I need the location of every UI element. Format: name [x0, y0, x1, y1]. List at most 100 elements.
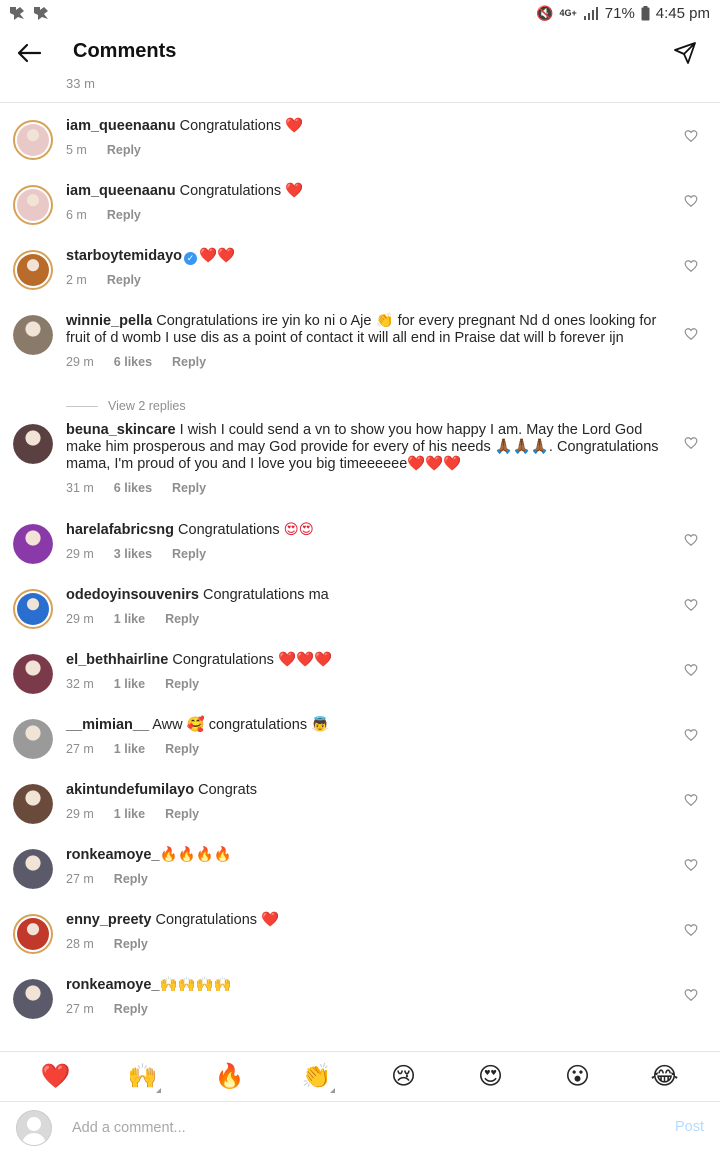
comment-meta: 5 m Reply: [66, 143, 161, 157]
avatar[interactable]: [13, 424, 53, 464]
like-heart-icon[interactable]: [684, 988, 698, 1002]
like-heart-icon[interactable]: [684, 598, 698, 612]
emoji-quick-bar: ❤️ 🙌 🔥 👏 😢 😍 😮 😂: [0, 1051, 720, 1101]
comment-username[interactable]: iam_queenaanu: [66, 183, 176, 199]
comment-item: harelafabricsng Congratulations 😍😍 29 m 3 …: [0, 522, 720, 581]
reply-button[interactable]: Reply: [107, 143, 141, 157]
comment-likes[interactable]: 1 like: [114, 677, 145, 691]
reply-button[interactable]: Reply: [114, 872, 148, 886]
emoji-option[interactable]: 😮: [558, 1057, 598, 1097]
comment-username[interactable]: beuna_skincare: [66, 422, 176, 438]
avatar[interactable]: [13, 120, 53, 160]
avatar[interactable]: [13, 654, 53, 694]
reply-button[interactable]: Reply: [165, 807, 199, 821]
like-heart-icon[interactable]: [684, 663, 698, 677]
like-heart-icon[interactable]: [684, 327, 698, 341]
reply-button[interactable]: Reply: [165, 677, 199, 691]
like-heart-icon[interactable]: [684, 129, 698, 143]
emoji-glyph: 😢: [390, 1063, 417, 1090]
emoji-option[interactable]: 🙌: [123, 1057, 163, 1097]
comment-likes[interactable]: 1 like: [114, 807, 145, 821]
comment-emoji: 😍😍: [279, 522, 314, 538]
add-comment-bar: Post: [0, 1101, 720, 1152]
avatar: [16, 1110, 52, 1146]
comment-likes[interactable]: 6 likes: [114, 355, 152, 369]
avatar[interactable]: [13, 250, 53, 290]
like-heart-icon[interactable]: [684, 194, 698, 208]
like-heart-icon[interactable]: [684, 858, 698, 872]
emoji-option[interactable]: 😢: [384, 1057, 424, 1097]
comment-item: ronkeamoye_🙌🙌🙌🙌 27 m Reply: [0, 977, 720, 1036]
like-heart-icon[interactable]: [684, 923, 698, 937]
emoji-option[interactable]: ❤️: [36, 1057, 76, 1097]
comment-username[interactable]: odedoyinsouvenirs: [66, 587, 199, 603]
comment-username[interactable]: akintundefumilayo: [66, 782, 194, 798]
comment-time: 27 m: [66, 742, 94, 756]
like-heart-icon[interactable]: [684, 259, 698, 273]
emoji-option[interactable]: 🔥: [210, 1057, 250, 1097]
reply-button[interactable]: Reply: [114, 937, 148, 951]
like-heart-icon[interactable]: [684, 436, 698, 450]
like-heart-icon[interactable]: [684, 728, 698, 742]
reply-button[interactable]: Reply: [165, 612, 199, 626]
like-heart-icon[interactable]: [684, 533, 698, 547]
page-title: Comments: [73, 40, 177, 62]
comment-likes[interactable]: 1 like: [114, 612, 145, 626]
avatar-image: [17, 254, 49, 286]
reply-button[interactable]: Reply: [172, 355, 206, 369]
avatar-image: [13, 979, 53, 1019]
emoji-option[interactable]: 👏: [297, 1057, 337, 1097]
avatar[interactable]: [13, 719, 53, 759]
comment-item: __mimian__ Aww 🥰 congratulations 👼 27 m 1 …: [0, 717, 720, 776]
emoji-glyph: ❤️: [40, 1063, 71, 1090]
reply-button[interactable]: Reply: [165, 742, 199, 756]
comment-text: iam_queenaanu Congratulations ❤️: [66, 183, 672, 200]
reply-button[interactable]: Reply: [172, 547, 206, 561]
comment-username[interactable]: harelafabricsng: [66, 522, 174, 538]
comment-likes[interactable]: 6 likes: [114, 481, 152, 495]
comment-emoji: 🙌🙌🙌🙌: [159, 977, 232, 993]
back-button[interactable]: [14, 38, 44, 68]
comment-likes[interactable]: 3 likes: [114, 547, 152, 561]
verified-badge-icon: ✓: [184, 252, 198, 265]
reply-button[interactable]: Reply: [107, 273, 141, 287]
avatar[interactable]: [13, 315, 53, 355]
comment-username[interactable]: iam_queenaanu: [66, 118, 176, 134]
avatar[interactable]: [13, 524, 53, 564]
signal-icon: [583, 7, 598, 20]
comment-username[interactable]: enny_preety: [66, 912, 151, 928]
comment-time: 5 m: [66, 143, 87, 157]
avatar[interactable]: [13, 849, 53, 889]
comment-item: starboytemidayo ✓ ❤️❤️ 2 m Reply: [0, 248, 720, 307]
comment-meta: 27 m Reply: [66, 872, 168, 886]
comment-text: iam_queenaanu Congratulations ❤️: [66, 118, 672, 135]
avatar[interactable]: [13, 914, 53, 954]
comment-username[interactable]: winnie_pella: [66, 313, 152, 329]
avatar[interactable]: [13, 589, 53, 629]
comment-text: __mimian__ Aww 🥰 congratulations 👼: [66, 717, 672, 734]
comment-username[interactable]: ronkeamoye_: [66, 847, 160, 863]
reply-button[interactable]: Reply: [172, 481, 206, 495]
avatar[interactable]: [13, 185, 53, 225]
post-button[interactable]: Post: [675, 1119, 704, 1135]
comment-username[interactable]: el_bethhairline: [66, 652, 168, 668]
comment-emoji: ❤️❤️❤️: [407, 456, 462, 472]
avatar[interactable]: [13, 979, 53, 1019]
comment-item: beuna_skincare I wish I could send a vn …: [0, 422, 720, 515]
comment-username[interactable]: ronkeamoye_: [66, 977, 160, 993]
view-replies-button[interactable]: View 2 replies: [66, 399, 186, 413]
comment-item: iam_queenaanu Congratulations ❤️ 6 m Reply: [0, 183, 720, 242]
share-button[interactable]: [670, 38, 700, 68]
like-heart-icon[interactable]: [684, 793, 698, 807]
emoji-option[interactable]: 😍: [471, 1057, 511, 1097]
battery-icon: [641, 5, 650, 20]
comment-input[interactable]: [72, 1114, 632, 1142]
comment-likes[interactable]: 1 like: [114, 742, 145, 756]
reply-button[interactable]: Reply: [107, 208, 141, 222]
reply-button[interactable]: Reply: [114, 1002, 148, 1016]
avatar[interactable]: [13, 784, 53, 824]
avatar-image: [13, 654, 53, 694]
comment-username[interactable]: starboytemidayo: [66, 248, 182, 264]
emoji-option[interactable]: 😂: [645, 1057, 685, 1097]
comment-username[interactable]: __mimian__: [66, 717, 149, 733]
